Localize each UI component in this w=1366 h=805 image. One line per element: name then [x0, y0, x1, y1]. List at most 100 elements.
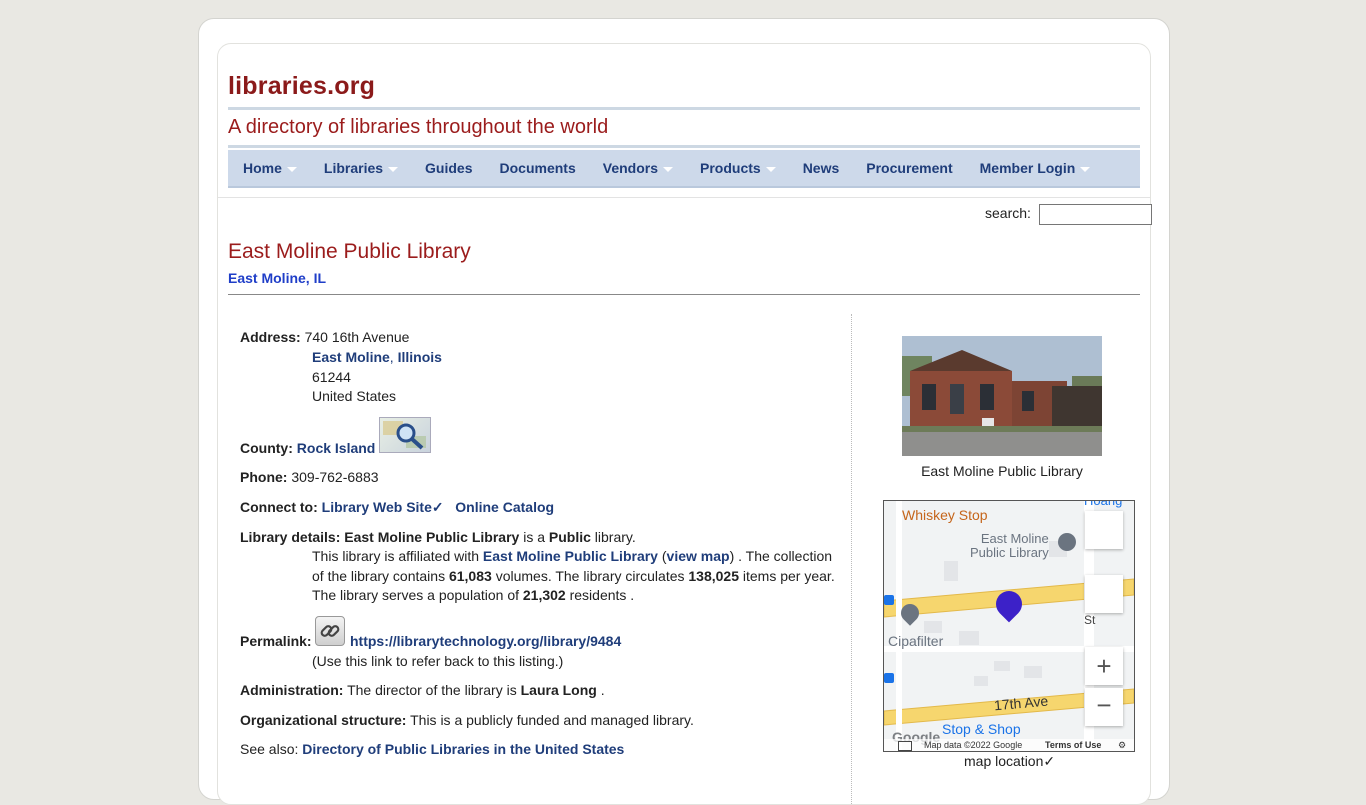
library-location-link[interactable]: East Moline, IL — [228, 270, 326, 286]
nav-documents[interactable]: Documents — [485, 160, 588, 176]
map-label-library-line1: East Moline — [980, 531, 1049, 546]
details-library: library. — [594, 529, 636, 545]
pegman-icon[interactable] — [1085, 575, 1123, 613]
county-label: County: — [240, 440, 293, 456]
nav-procurement[interactable]: Procurement — [851, 160, 964, 176]
org-text: This is a publicly funded and managed li… — [410, 712, 694, 728]
details-label: Library details: — [240, 529, 341, 545]
nav-libraries[interactable]: Libraries — [309, 160, 410, 176]
admin-text: The director of the library is — [347, 682, 517, 698]
location-map[interactable]: Whiskey Stop Hoang East Moline Public Li… — [883, 500, 1135, 752]
column-divider — [851, 314, 852, 804]
nav-news[interactable]: News — [788, 160, 852, 176]
nav-member-login-label: Member Login — [979, 160, 1076, 176]
nav-products[interactable]: Products — [685, 160, 788, 176]
connect-label: Connect to: — [240, 499, 318, 515]
permalink-url[interactable]: https://librarytechnology.org/library/94… — [350, 633, 621, 649]
chevron-down-icon — [765, 167, 776, 172]
map-data-text: Map data ©2022 Google — [924, 740, 1023, 750]
nav-member-login[interactable]: Member Login — [965, 160, 1103, 176]
map-label-library: East Moline Public Library — [970, 532, 1049, 560]
nav-home[interactable]: Home — [228, 160, 309, 176]
permalink-label: Permalink: — [240, 633, 312, 649]
divider — [218, 197, 1150, 198]
see-also-link[interactable]: Directory of Public Libraries in the Uni… — [302, 741, 624, 757]
admin-row: Administration: The director of the libr… — [240, 681, 605, 701]
page-title: East Moline Public Library — [228, 240, 471, 263]
keyboard-icon[interactable] — [898, 741, 912, 751]
nav-top-rule — [228, 145, 1140, 148]
county-map-search-icon[interactable] — [379, 417, 431, 453]
volumes-value: 61,083 — [448, 567, 492, 584]
nav-procurement-label: Procurement — [866, 160, 953, 176]
website-link[interactable]: Library Web Site✓ — [322, 499, 444, 515]
permalink-url-wrap: https://librarytechnology.org/library/94… — [350, 632, 621, 652]
map-bus-icon — [884, 595, 894, 605]
details-type: Public — [548, 529, 591, 545]
comma-separator: , — [389, 349, 398, 365]
photo-caption: East Moline Public Library — [921, 463, 1083, 479]
map-bus-icon — [884, 673, 894, 683]
details-name: East Moline Public Library — [344, 529, 520, 545]
map-label-cipafilter: Cipafilter — [888, 633, 944, 649]
org-label: Organizational structure: — [240, 712, 407, 728]
permalink-note: (Use this link to refer back to this lis… — [312, 653, 564, 669]
connect-row: Connect to: Library Web Site✓ Online Cat… — [240, 498, 554, 518]
chevron-down-icon — [286, 167, 297, 172]
nav-news-label: News — [802, 160, 840, 176]
map-label-library-line2: Public Library — [970, 545, 1049, 560]
population-value: 21,302 — [522, 587, 566, 603]
main-nav: Home Libraries Guides Documents Vendors … — [228, 150, 1140, 188]
view-map-link[interactable]: view map — [667, 548, 730, 564]
nav-libraries-label: Libraries — [323, 160, 384, 176]
fullscreen-icon[interactable] — [1085, 511, 1123, 549]
state-link[interactable]: Illinois — [398, 349, 442, 365]
page-card: libraries.org A directory of libraries t… — [198, 18, 1170, 805]
site-tagline: A directory of libraries throughout the … — [228, 116, 609, 138]
circulation-value: 138,025 — [688, 567, 739, 584]
site-title[interactable]: libraries.org — [228, 72, 375, 101]
address-row: Address: 740 16th Avenue — [240, 328, 409, 348]
see-also-label: See also: — [240, 741, 299, 757]
search-label: search: — [985, 205, 1031, 221]
affiliated-link[interactable]: East Moline Public Library — [483, 548, 658, 564]
catalog-link[interactable]: Online Catalog — [455, 499, 554, 515]
nav-guides-label: Guides — [425, 160, 473, 176]
affiliated-text: This library is affiliated with — [312, 548, 480, 564]
see-also-row: See also: Directory of Public Libraries … — [240, 740, 624, 760]
link-icon[interactable] — [315, 616, 345, 646]
map-caption: map location✓ — [964, 753, 1056, 769]
zoom-in-icon[interactable]: + — [1085, 647, 1123, 685]
nav-vendors[interactable]: Vendors — [588, 160, 685, 176]
address-country: United States — [312, 388, 397, 404]
phone-row: Phone: 309-762-6883 — [240, 468, 379, 488]
content-card: libraries.org A directory of libraries t… — [217, 43, 1152, 805]
population-text: residents . — [569, 587, 635, 603]
county-link[interactable]: Rock Island — [297, 440, 376, 456]
nav-documents-label: Documents — [499, 160, 576, 176]
address-city-state: East Moline, Illinois — [312, 348, 842, 368]
zoom-out-icon[interactable]: − — [1085, 688, 1123, 726]
book-icon — [1058, 533, 1076, 551]
county-row: County: Rock Island — [240, 439, 375, 459]
map-label-street: St — [1084, 613, 1096, 627]
map-label-stop-shop: Stop & Shop — [942, 721, 1021, 737]
phone-value: 309-762-6883 — [291, 469, 379, 485]
permalink-row: Permalink: — [240, 632, 312, 652]
details-paragraph: This library is affiliated with East Mol… — [312, 548, 835, 603]
terms-link[interactable]: Terms of Use — [1045, 739, 1101, 751]
volumes-text: volumes. The library circulates — [495, 567, 685, 584]
admin-label: Administration: — [240, 682, 344, 698]
address-street: 740 16th Avenue — [304, 329, 410, 345]
org-row: Organizational structure: This is a publ… — [240, 711, 694, 731]
search-input[interactable] — [1039, 204, 1152, 225]
nav-home-label: Home — [243, 160, 282, 176]
address-label: Address: — [240, 329, 301, 345]
gear-icon[interactable]: ⚙ — [1118, 739, 1126, 751]
city-link[interactable]: East Moline — [312, 349, 390, 365]
title-rule — [228, 294, 1140, 295]
map-label-hoang: Hoang — [1084, 500, 1123, 508]
director-name: Laura Long — [520, 682, 597, 698]
details-is: is a — [523, 529, 545, 545]
nav-guides[interactable]: Guides — [410, 160, 484, 176]
